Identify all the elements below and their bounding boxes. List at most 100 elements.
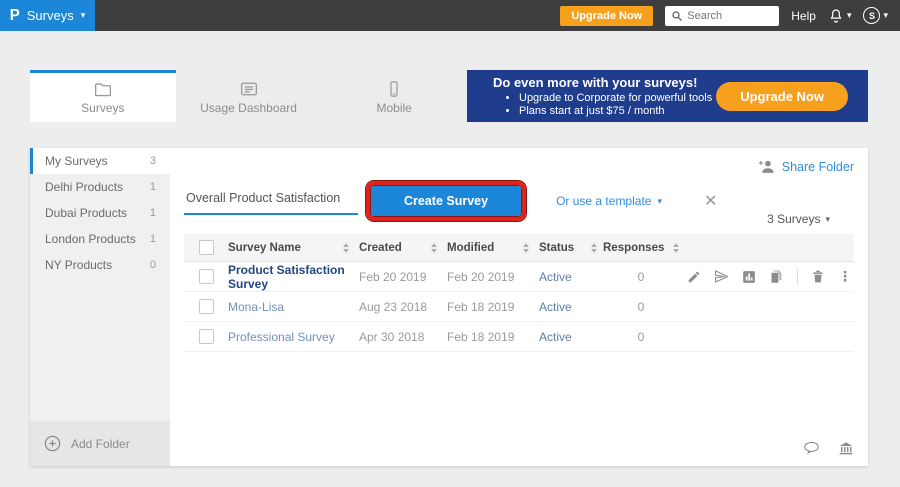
- surveys-count-dropdown[interactable]: 3 Surveys ▾: [767, 212, 830, 226]
- sort-icon[interactable]: [523, 243, 529, 253]
- tab-label: Surveys: [81, 101, 124, 115]
- created-date: Apr 30 2018: [359, 330, 424, 344]
- upgrade-now-button[interactable]: Upgrade Now: [560, 6, 653, 26]
- sort-icon[interactable]: [431, 243, 437, 253]
- folder-label: London Products: [45, 232, 136, 246]
- banner-text: Do even more with your surveys! Upgrade …: [493, 75, 716, 117]
- status-badge[interactable]: Active: [539, 330, 572, 344]
- folder-content: Share Folder Create Survey Or use a temp…: [170, 148, 868, 466]
- create-survey-row: Create Survey Or use a template ▾ ✕: [184, 181, 717, 221]
- sort-icon[interactable]: [673, 243, 679, 253]
- row-actions: ⋮: [679, 268, 854, 285]
- folder-label: My Surveys: [45, 154, 108, 168]
- archive-bank-icon[interactable]: [838, 440, 854, 456]
- modified-date: Feb 18 2019: [447, 330, 514, 344]
- select-all-checkbox[interactable]: [199, 240, 214, 255]
- surveys-table: Survey Name Created Modified Status Resp…: [184, 234, 854, 352]
- folder-count: 1: [150, 233, 156, 245]
- sidebar-item-ny-products[interactable]: NY Products 0: [30, 252, 170, 278]
- bottom-toolbar: [803, 440, 854, 456]
- banner-bullet: Upgrade to Corporate for powerful tools: [519, 92, 716, 104]
- chevron-down-icon: ▾: [883, 11, 888, 20]
- sidebar-item-delhi-products[interactable]: Delhi Products 1: [30, 174, 170, 200]
- sidebar-item-dubai-products[interactable]: Dubai Products 1: [30, 200, 170, 226]
- plus-circle-icon: [43, 434, 62, 453]
- banner-bullet: Plans start at just $75 / month: [519, 105, 716, 117]
- comment-icon[interactable]: [803, 441, 820, 455]
- sort-icon[interactable]: [343, 243, 349, 253]
- surveys-count-label: 3 Surveys: [767, 212, 820, 226]
- edit-icon[interactable]: [687, 270, 701, 284]
- row-checkbox[interactable]: [199, 329, 214, 344]
- row-checkbox[interactable]: [199, 269, 214, 284]
- create-survey-button[interactable]: Create Survey: [371, 186, 521, 216]
- responses-count: 0: [603, 270, 679, 284]
- survey-name-input[interactable]: [184, 187, 358, 215]
- folder-label: NY Products: [45, 258, 112, 272]
- account-menu[interactable]: S ▾: [863, 7, 888, 24]
- search-box[interactable]: [665, 6, 779, 26]
- folder-count: 1: [150, 181, 156, 193]
- header-responses: Responses: [603, 242, 664, 254]
- mobile-icon: [385, 80, 403, 98]
- header-created: Created: [359, 242, 402, 254]
- avatar: S: [863, 7, 880, 24]
- responses-count: 0: [603, 330, 679, 344]
- delete-icon[interactable]: [811, 269, 825, 284]
- tab-label: Mobile: [377, 101, 412, 115]
- topbar-right: Upgrade Now Help ▾ S ▾: [560, 0, 900, 31]
- app-menu-surveys[interactable]: P Surveys ▾: [0, 0, 95, 31]
- add-folder-button[interactable]: Add Folder: [30, 421, 170, 466]
- table-header-row: Survey Name Created Modified Status Resp…: [184, 234, 854, 262]
- chevron-down-icon: ▾: [657, 197, 662, 206]
- folder-label: Delhi Products: [45, 180, 123, 194]
- folder-count: 1: [150, 207, 156, 219]
- tab-mobile[interactable]: Mobile: [321, 70, 467, 122]
- folder-label: Dubai Products: [45, 206, 127, 220]
- table-row: Product Satisfaction Survey Feb 20 2019 …: [184, 262, 854, 292]
- search-icon: [671, 10, 683, 22]
- add-folder-label: Add Folder: [71, 437, 130, 451]
- more-options-icon[interactable]: ⋮: [838, 268, 852, 285]
- modified-date: Feb 20 2019: [447, 270, 514, 284]
- use-template-link[interactable]: Or use a template ▾: [556, 194, 662, 208]
- person-add-icon: [758, 159, 775, 174]
- chevron-down-icon: ▾: [825, 215, 830, 224]
- survey-name-link[interactable]: Professional Survey: [228, 330, 335, 344]
- duplicate-icon[interactable]: [769, 269, 784, 284]
- surveys-panel: My Surveys 3 Delhi Products 1 Dubai Prod…: [30, 148, 868, 466]
- sidebar-item-my-surveys[interactable]: My Surveys 3: [30, 148, 170, 174]
- sort-icon[interactable]: [591, 243, 597, 253]
- tabs-banner-row: Surveys Usage Dashboard Mobile Do even m…: [30, 70, 868, 122]
- banner-upgrade-button[interactable]: Upgrade Now: [716, 82, 848, 111]
- row-checkbox[interactable]: [199, 299, 214, 314]
- status-badge[interactable]: Active: [539, 270, 572, 284]
- close-icon[interactable]: ✕: [704, 191, 717, 211]
- sidebar-item-london-products[interactable]: London Products 1: [30, 226, 170, 252]
- folder-icon: [93, 80, 113, 98]
- share-folder-label: Share Folder: [782, 160, 854, 174]
- tab-surveys[interactable]: Surveys: [30, 70, 176, 122]
- folder-count: 3: [150, 155, 156, 167]
- top-bar: P Surveys ▾ Upgrade Now Help ▾ S ▾: [0, 0, 900, 31]
- header-modified: Modified: [447, 242, 494, 254]
- tab-strip: Surveys Usage Dashboard Mobile: [30, 70, 467, 122]
- table-row: Mona-Lisa Aug 23 2018 Feb 18 2019 Active…: [184, 292, 854, 322]
- survey-name-link[interactable]: Product Satisfaction Survey: [228, 263, 349, 291]
- reports-icon[interactable]: [742, 270, 756, 284]
- survey-name-link[interactable]: Mona-Lisa: [228, 300, 284, 314]
- share-folder-button[interactable]: Share Folder: [758, 159, 854, 174]
- created-date: Feb 20 2019: [359, 270, 426, 284]
- search-input[interactable]: [687, 10, 767, 22]
- send-icon[interactable]: [714, 269, 729, 284]
- responses-count: 0: [603, 300, 679, 314]
- status-badge[interactable]: Active: [539, 300, 572, 314]
- help-link[interactable]: Help: [791, 9, 816, 23]
- created-date: Aug 23 2018: [359, 300, 427, 314]
- annotation-highlight: Create Survey: [366, 181, 526, 221]
- actions-divider: [797, 269, 798, 285]
- notifications-button[interactable]: ▾: [828, 8, 852, 24]
- tab-usage-dashboard[interactable]: Usage Dashboard: [176, 70, 322, 122]
- modified-date: Feb 18 2019: [447, 300, 514, 314]
- banner-title: Do even more with your surveys!: [493, 75, 716, 90]
